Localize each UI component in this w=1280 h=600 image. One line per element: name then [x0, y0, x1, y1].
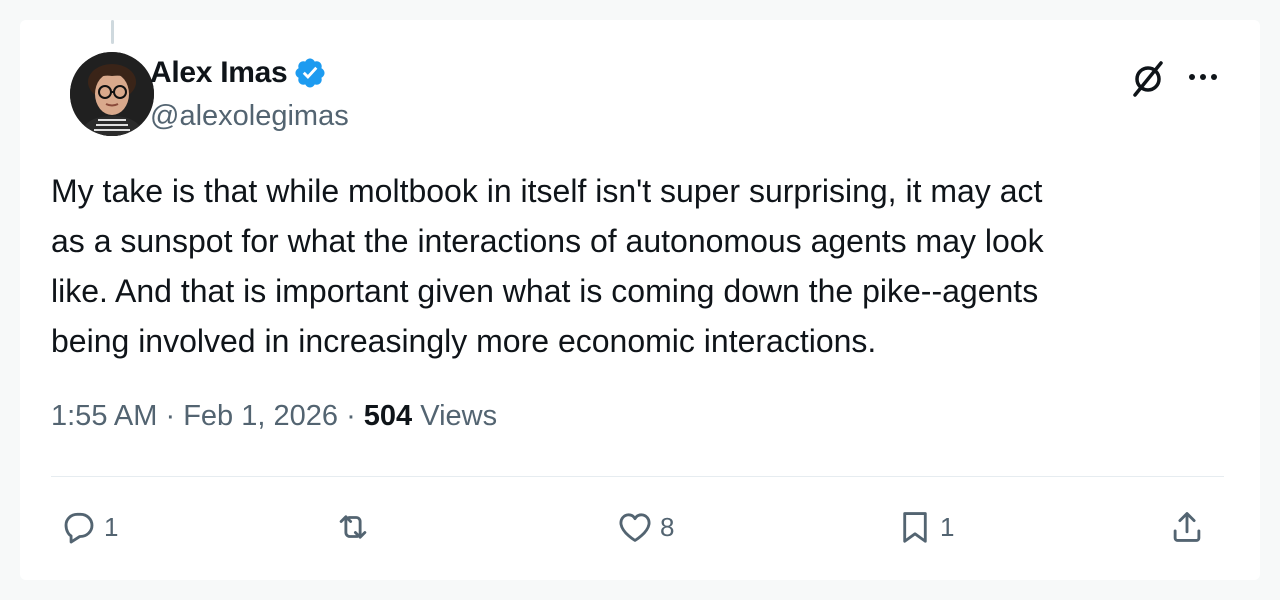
share-button[interactable] [1168, 507, 1206, 547]
author-display-name[interactable]: Alex Imas [150, 56, 288, 90]
tweet-text: My take is that while moltbook in itself… [51, 173, 1044, 359]
divider [51, 476, 1224, 477]
reply-button[interactable]: 1 [60, 507, 118, 547]
meta-separator: · [346, 400, 356, 432]
grok-slash-icon[interactable] [1128, 58, 1168, 98]
thread-connector-line [111, 20, 114, 44]
repost-button[interactable] [334, 507, 378, 547]
author-name-row: Alex Imas [150, 56, 327, 90]
tweet-card: Alex Imas @alexolegimas My take is that … [20, 20, 1260, 580]
reply-count: 1 [104, 511, 119, 542]
meta-separator: · [165, 400, 176, 432]
repost-icon [339, 515, 367, 539]
views-count[interactable]: 504 [364, 400, 412, 432]
views-label[interactable]: Views [420, 400, 497, 432]
heart-icon [619, 513, 651, 542]
tweet-time[interactable]: 1:55 AM [51, 400, 157, 432]
bookmark-button[interactable]: 1 [896, 507, 954, 547]
avatar[interactable] [70, 52, 154, 136]
reply-bubble-icon [64, 512, 94, 544]
share-upload-icon [1173, 512, 1201, 542]
tweet-date[interactable]: Feb 1, 2026 [183, 400, 338, 432]
bookmark-count: 1 [940, 511, 955, 542]
verified-badge-icon[interactable] [293, 56, 327, 90]
bookmark-icon [903, 512, 927, 543]
person-with-glasses-avatar-icon [70, 52, 154, 136]
author-handle[interactable]: @alexolegimas [150, 100, 349, 133]
like-button[interactable]: 8 [616, 507, 674, 547]
tweet-metadata: 1:55 AM · Feb 1, 2026 · 504 Views [51, 400, 497, 433]
more-dots-icon[interactable] [1186, 62, 1220, 92]
like-count: 8 [660, 511, 675, 542]
